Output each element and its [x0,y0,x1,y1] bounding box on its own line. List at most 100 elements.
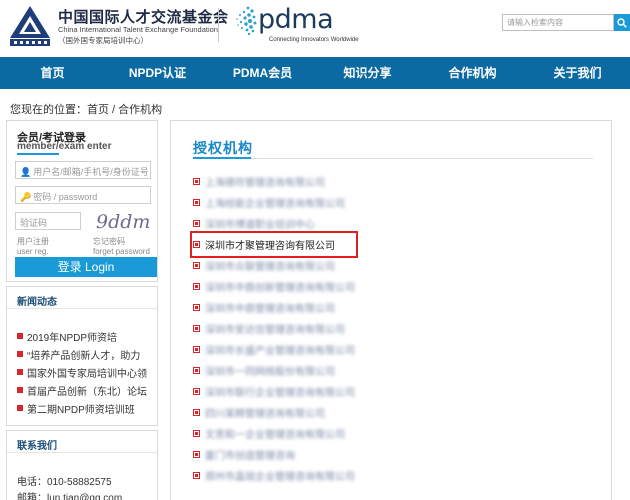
contact-phone: 电话：010-58882575 [17,477,112,488]
institution-name: 深圳市中鼎创新管理咨询有限公司 [205,283,355,294]
search-input[interactable]: 请输入检索内容 [502,14,614,31]
breadcrumb: 您现在的位置：首页 / 合作机构 [10,104,163,116]
institution-item[interactable]: 深圳市安达信管理咨询有限公司 [193,318,355,339]
bullet-icon [193,283,200,290]
bullet-icon [193,325,200,332]
search-button[interactable] [614,14,630,31]
password-field[interactable]: 🔑 密码 / password [15,186,151,204]
contact-heading: 联系我们 [17,441,57,452]
foundation-logo-icon[interactable] [8,4,52,48]
institution-name: 深圳市联行企业管理咨询有限公司 [205,388,355,399]
institution-name: 四川某精管理咨询有限公司 [205,409,325,420]
news-heading: 新闻动态 [17,297,57,308]
login-panel: 会员/考试登录 member/exam enter 👤 用户名/邮箱/手机号/身份… [6,120,158,282]
register-label-cn: 用户注册 [17,237,49,246]
forgot-label-en: forget password [93,247,150,256]
pdma-brand-text: pdma [258,4,334,35]
institution-name: 深圳市长盛产业管理咨询有限公司 [205,346,355,357]
news-item[interactable]: 国家外国专家局培训中心领 [17,363,155,381]
contact-email[interactable]: 邮箱：lun.tian@qq.com [17,489,122,500]
bullet-icon [193,346,200,353]
institution-item[interactable]: 深圳市众联管理咨询有限公司 [193,255,355,276]
institution-item-highlighted[interactable]: 深圳市才聚管理咨询有限公司 [190,231,358,258]
bullet-icon [17,369,23,375]
news-item[interactable]: 首届产品创新（东北）论坛 [17,381,155,399]
user-icon: 👤 [20,167,32,177]
contact-panel: 联系我们 电话：010-58882575 邮箱：lun.tian@qq.com [6,430,158,500]
key-icon: 🔑 [20,192,32,202]
institution-name: 深圳市一同网络股份有限公司 [205,367,335,378]
institution-name: 深圳市才聚管理咨询有限公司 [205,241,335,252]
news-item[interactable]: 2019年NPDP师资培 [17,327,155,345]
institution-item[interactable]: 文思和一企业管理咨询有限公司 [193,423,355,444]
bullet-icon [193,304,200,311]
bullet-icon [193,178,200,185]
news-panel: 新闻动态 2019年NPDP师资培 “培养产品创新人才，助力 国家外国专家局培训… [6,286,158,426]
nav-item-knowledge[interactable]: 知识分享 [315,57,420,89]
bullet-icon [193,262,200,269]
captcha-image[interactable]: 9ddm [93,210,157,232]
institution-item[interactable]: 深圳市长盛产业管理咨询有限公司 [193,339,355,360]
bullet-icon [193,199,200,206]
captcha-text: 9ddm [96,211,150,232]
captcha-placeholder: 验证码 [20,218,48,228]
institution-item[interactable]: 上海德符管理咨询有限公司 [193,171,355,192]
institution-name: 深圳市中鼎管理咨询有限公司 [205,304,335,315]
bullet-icon [193,220,200,227]
institution-item[interactable]: 深圳市一同网络股份有限公司 [193,360,355,381]
institution-item[interactable]: 深圳市中鼎管理咨询有限公司 [193,297,355,318]
institution-item[interactable]: 上海经能企业管理咨询有限公司 [193,192,355,213]
login-subtitle: member/exam enter [17,141,112,152]
org-name-en: China International Talent Exchange Foun… [58,25,218,34]
nav-item-home[interactable]: 首页 [0,57,105,89]
institution-name: 文思和一企业管理咨询有限公司 [205,430,345,441]
institution-name: 深圳市博道职业培训中心 [205,220,315,231]
title-underline [193,157,251,159]
bullet-icon [193,430,200,437]
org-name-cn: 中国国际人才交流基金会 [58,9,229,26]
institution-item[interactable]: 四川某精管理咨询有限公司 [193,402,355,423]
username-field[interactable]: 👤 用户名/邮箱/手机号/身份证号 [15,161,151,179]
news-item[interactable]: 第二期NPDP师资培训班 [17,399,155,417]
main-nav: 首页 NPDP认证 PDMA会员 知识分享 合作机构 关于我们 [0,57,630,89]
register-link[interactable]: 用户注册 user reg. [17,237,49,257]
header-divider [218,8,219,42]
bullet-icon [17,333,23,339]
institution-item[interactable]: 厦门市创造管理咨询 [193,444,355,465]
bullet-icon [17,351,23,357]
institution-item[interactable]: 深圳市中鼎创新管理咨询有限公司 [193,276,355,297]
institution-name: 深圳市安达信管理咨询有限公司 [205,325,345,336]
bullet-icon [193,367,200,374]
news-list: 2019年NPDP师资培 “培养产品创新人才，助力 国家外国专家局培训中心领 首… [17,327,155,417]
institution-item[interactable]: 深圳市联行企业管理咨询有限公司 [193,381,355,402]
site-header: 中国国际人才交流基金会 China International Talent E… [0,0,630,56]
nav-item-about[interactable]: 关于我们 [525,57,630,89]
login-button[interactable]: 登录 Login [15,257,157,277]
nav-item-partners[interactable]: 合作机构 [420,57,525,89]
bullet-icon [17,405,23,411]
institution-name: 厦门市创造管理咨询 [205,451,295,462]
bullet-icon [193,409,200,416]
institutions-panel: 授权机构 上海德符管理咨询有限公司上海经能企业管理咨询有限公司 深圳市博道职业培训… [170,120,612,500]
institution-item[interactable]: 郑州市晶锐企业管理咨询有限公司 [193,465,355,486]
pdma-tagline: Connecting Innovators Worldwide [269,37,359,43]
pdma-logo-icon[interactable] [226,4,258,40]
page-title: 授权机构 [193,140,253,156]
nav-item-npdp[interactable]: NPDP认证 [105,57,210,89]
forgot-label-cn: 忘记密码 [93,237,125,246]
news-item[interactable]: “培养产品创新人才，助力 [17,345,155,363]
bullet-icon [17,387,23,393]
password-placeholder: 密码 / password [33,192,98,202]
institution-name: 上海经能企业管理咨询有限公司 [205,199,345,210]
bullet-icon [193,451,200,458]
captcha-field[interactable]: 验证码 [15,212,81,230]
forgot-password-link[interactable]: 忘记密码 forget password [93,237,150,257]
contact-heading-divider [7,452,157,453]
nav-item-pdma-member[interactable]: PDMA会员 [210,57,315,89]
institution-item[interactable]: 深圳市博道职业培训中心 [193,213,355,234]
register-label-en: user reg. [17,247,49,256]
login-title-underline [17,153,59,155]
institution-list: 上海德符管理咨询有限公司上海经能企业管理咨询有限公司 深圳市博道职业培训中心深圳市… [190,171,358,486]
bullet-icon [193,472,200,479]
news-heading-divider [7,308,157,309]
